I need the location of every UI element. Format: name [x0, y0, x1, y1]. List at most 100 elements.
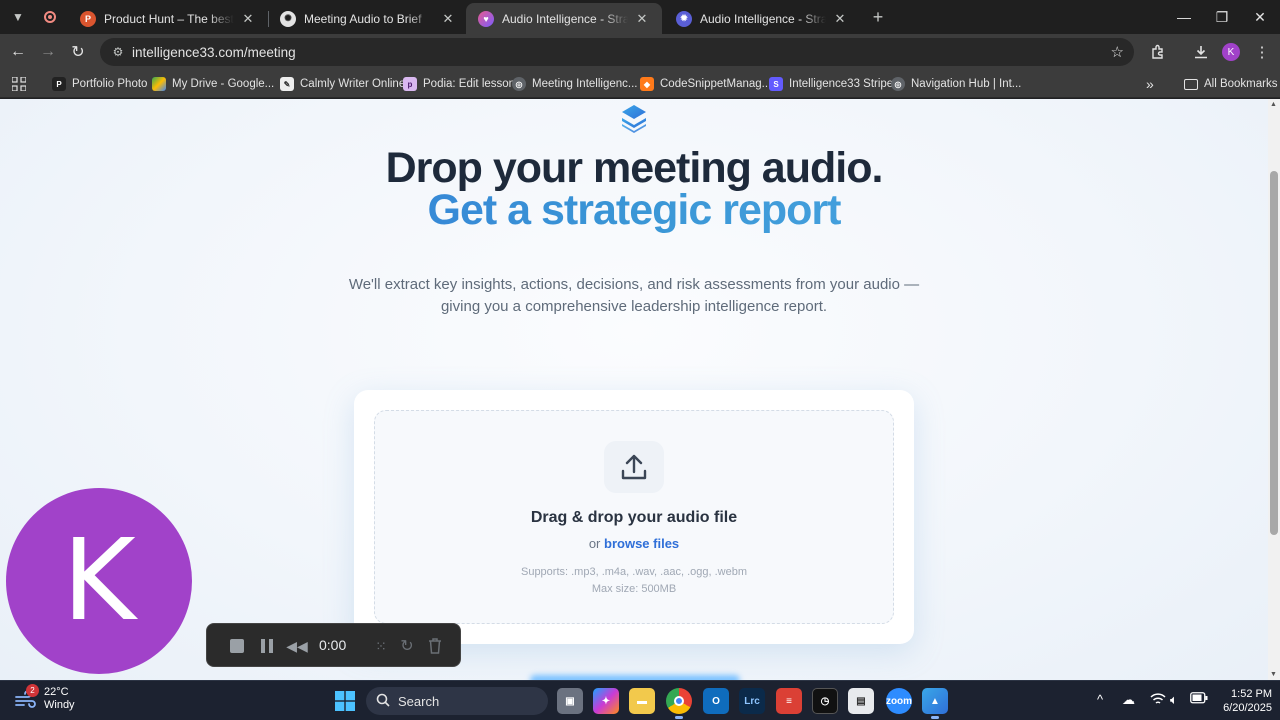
- site-info-icon[interactable]: ⚙: [108, 42, 128, 62]
- dots-grid-icon: ⁙: [375, 637, 387, 654]
- notes-app-icon[interactable]: ▤: [848, 688, 874, 714]
- download-icon[interactable]: [1187, 38, 1215, 66]
- close-window-button[interactable]: ✕: [1242, 6, 1278, 28]
- bookmark-portfolio-photo[interactable]: P Portfolio Photo: [52, 75, 147, 93]
- volume-icon[interactable]: 🔈︎: [1170, 692, 1178, 708]
- tab-search-button[interactable]: ▼: [4, 4, 32, 30]
- bookmark-star-icon[interactable]: ☆: [1111, 43, 1124, 61]
- task-view-icon[interactable]: ▣: [557, 688, 583, 714]
- todoist-icon[interactable]: ≡: [776, 688, 802, 714]
- all-bookmarks-button[interactable]: All Bookmarks: [1184, 75, 1278, 93]
- tab-audio-intelligence[interactable]: ✹ Audio Intelligence - Strategic Clarity…: [664, 3, 860, 34]
- wind-icon: 2: [14, 684, 39, 711]
- address-bar[interactable]: ⚙ intelligence33.com/meeting ☆: [100, 38, 1134, 66]
- tab-product-hunt[interactable]: P Product Hunt – The best new products ✕: [68, 3, 268, 34]
- rewind-button[interactable]: ◀◀: [286, 636, 308, 656]
- restore-button[interactable]: ❐: [1204, 6, 1240, 28]
- upload-icon: [604, 441, 664, 493]
- restart-button[interactable]: ↻: [397, 636, 417, 656]
- record-icon: [44, 11, 56, 23]
- arrow-left-icon: ←: [10, 43, 26, 60]
- bookmark-label: Navigation Hub | Int...: [911, 78, 1022, 90]
- back-button[interactable]: ←: [4, 38, 32, 66]
- recording-indicator[interactable]: [36, 4, 64, 30]
- profile-avatar[interactable]: K: [1222, 43, 1240, 61]
- tab-title: Audio Intelligence - Strategic Clarity: [502, 11, 628, 26]
- photos-app-icon[interactable]: ▲: [922, 688, 948, 714]
- cloud-sync-icon[interactable]: ☁: [1122, 692, 1135, 708]
- close-icon[interactable]: ✕: [634, 11, 650, 27]
- drawing-tool-button[interactable]: ⁙: [371, 636, 391, 656]
- tab-title: Audio Intelligence - Strategic Clarity: [700, 11, 826, 26]
- windows-taskbar: 2 22°C Windy Search ▣ ✦ ▬ O Lrc ≡ ◷ ▤ zo…: [0, 680, 1280, 720]
- bookmark-navigation-hub[interactable]: ◎ Navigation Hub | Int...: [891, 75, 1021, 93]
- audio-dropzone[interactable]: Drag & drop your audio file or browse fi…: [374, 410, 894, 624]
- trash-icon: [429, 638, 441, 654]
- webcam-avatar: K: [6, 488, 192, 674]
- restore-icon: ❐: [1215, 8, 1229, 25]
- extensions-icon[interactable]: [1144, 38, 1172, 66]
- menu-kebab-icon[interactable]: ⋮: [1248, 38, 1276, 66]
- system-clock[interactable]: 1:52 PM 6/20/2025: [1212, 687, 1272, 715]
- tab-audio-intelligence-active[interactable]: ♥ Audio Intelligence - Strategic Clarity…: [466, 3, 662, 34]
- zoom-icon[interactable]: zoom: [886, 688, 912, 714]
- close-icon: ✕: [1254, 8, 1266, 25]
- file-explorer-icon[interactable]: ▬: [629, 688, 655, 714]
- scroll-up-icon[interactable]: ▲: [1270, 101, 1277, 108]
- outlook-icon[interactable]: O: [703, 688, 729, 714]
- clock-app-icon[interactable]: ◷: [812, 688, 838, 714]
- openai-icon: ✺: [280, 10, 296, 27]
- browse-files-link[interactable]: browse files: [604, 536, 679, 551]
- copilot-icon[interactable]: ✦: [593, 688, 619, 714]
- bookmark-codesnippet[interactable]: ◆ CodeSnippetManag...: [640, 75, 771, 93]
- taskbar-search[interactable]: Search: [366, 687, 548, 715]
- globe-icon: ◎: [891, 77, 905, 91]
- portfolio-icon: P: [52, 77, 66, 91]
- page-scrollbar[interactable]: ▲ ▼: [1268, 99, 1280, 680]
- bookmark-label: Meeting Intelligenc...: [532, 78, 638, 90]
- heart-icon: ♥: [478, 10, 494, 27]
- url-text[interactable]: intelligence33.com/meeting: [132, 45, 296, 60]
- lightroom-icon[interactable]: Lrc: [739, 688, 765, 714]
- battery-icon[interactable]: [1190, 692, 1208, 707]
- bookmark-label: My Drive - Google...: [172, 78, 275, 90]
- close-icon[interactable]: ✕: [832, 11, 848, 27]
- weather-widget[interactable]: 2 22°C Windy: [14, 684, 75, 712]
- apps-grid-icon[interactable]: [12, 75, 26, 93]
- active-app-indicator: [675, 716, 683, 719]
- scrollbar-thumb[interactable]: [1270, 171, 1278, 535]
- max-file-size: Max size: 500MB: [591, 583, 677, 595]
- minimize-button[interactable]: —: [1166, 6, 1202, 28]
- dropzone-title: Drag & drop your audio file: [530, 509, 738, 526]
- bookmark-label: Portfolio Photo: [72, 78, 148, 90]
- bookmarks-bar: P Portfolio Photo My Drive - Google... ✎…: [0, 70, 1280, 98]
- hero-subtitle: Get a strategic report: [0, 186, 1268, 235]
- pause-button[interactable]: [257, 636, 277, 656]
- bookmark-meeting-intelligence[interactable]: ◎ Meeting Intelligenc...: [512, 75, 637, 93]
- forward-button[interactable]: →: [34, 38, 62, 66]
- show-hidden-icons[interactable]: ^: [1097, 692, 1103, 707]
- new-tab-button[interactable]: +: [864, 4, 892, 30]
- bookmark-stripe[interactable]: S Intelligence33 Stripe: [769, 75, 893, 93]
- gear-icon: ✹: [676, 10, 692, 27]
- close-icon[interactable]: ✕: [240, 11, 256, 27]
- calmly-writer-icon: ✎: [280, 77, 294, 91]
- bookmarks-overflow-button[interactable]: »: [1146, 75, 1154, 93]
- stop-recording-button[interactable]: [227, 636, 247, 656]
- upload-card: Drag & drop your audio file or browse fi…: [354, 390, 914, 644]
- delete-recording-button[interactable]: [425, 636, 445, 656]
- bookmark-label: CodeSnippetManag...: [660, 78, 772, 90]
- wifi-icon[interactable]: [1150, 692, 1166, 709]
- bookmark-calmly-writer[interactable]: ✎ Calmly Writer Online: [280, 75, 405, 93]
- reload-button[interactable]: ↻: [64, 38, 92, 66]
- scroll-down-icon[interactable]: ▼: [1270, 671, 1277, 678]
- chrome-icon[interactable]: [666, 688, 692, 714]
- bookmark-my-drive[interactable]: My Drive - Google...: [152, 75, 274, 93]
- close-icon[interactable]: ✕: [440, 11, 456, 27]
- bookmark-podia[interactable]: p Podia: Edit lesson: [403, 75, 515, 93]
- windows-start-icon[interactable]: [332, 688, 358, 714]
- search-label: Search: [398, 693, 440, 709]
- tab-title: Product Hunt – The best new products: [104, 11, 234, 26]
- supported-formats: Supports: .mp3, .m4a, .wav, .aac, .ogg, …: [520, 566, 747, 578]
- tab-meeting-audio[interactable]: ✺ Meeting Audio to Brief ✕: [268, 3, 468, 34]
